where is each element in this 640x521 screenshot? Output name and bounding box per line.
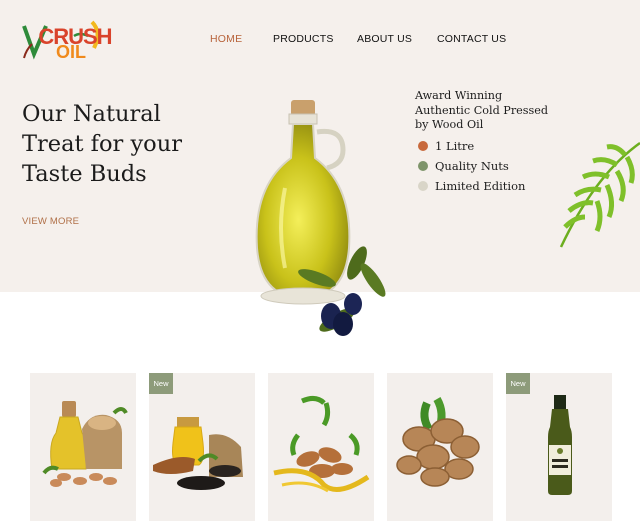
feature-label: Limited Edition: [435, 179, 526, 193]
award-line: by Wood Oil: [415, 118, 484, 131]
nav-contact-us[interactable]: CONTACT US: [437, 33, 506, 45]
sesame-oil-icon: [153, 417, 243, 490]
product-card[interactable]: [387, 373, 493, 521]
product-card[interactable]: [30, 373, 136, 521]
almond-oil-icon: [273, 395, 370, 493]
olive-oil-bottle-icon: [548, 395, 572, 495]
award-description: Award Winning Authentic Cold Pressed by …: [415, 89, 565, 133]
bullet-dot-icon: [418, 181, 428, 191]
nav-home[interactable]: HOME: [210, 33, 242, 45]
nav-about-us[interactable]: ABOUT US: [357, 33, 412, 45]
award-line: Authentic Cold Pressed: [415, 103, 549, 117]
hero-title: Our Natural Treat for your Taste Buds: [22, 99, 232, 189]
view-more-link[interactable]: VIEW MORE: [22, 216, 79, 227]
hero-title-line: Taste Buds: [22, 161, 147, 187]
feature-item: Limited Edition: [418, 179, 525, 193]
bullet-dot-icon: [418, 161, 428, 171]
brand-logo[interactable]: VCRUSH OIL: [22, 12, 132, 62]
logo-word-oil: OIL: [56, 42, 86, 62]
product-card[interactable]: [268, 373, 374, 521]
product-card[interactable]: New: [506, 373, 612, 521]
feature-label: Quality Nuts: [435, 159, 509, 173]
feature-label: 1 Litre: [435, 139, 475, 153]
hero-title-line: Our Natural: [22, 101, 161, 127]
feature-item: 1 Litre: [418, 139, 474, 153]
product-card[interactable]: New: [149, 373, 255, 521]
palm-leaf-icon: [555, 135, 640, 250]
hero-title-line: Treat for your: [22, 131, 182, 157]
award-line: Award Winning: [415, 89, 503, 102]
nav-products[interactable]: PRODUCTS: [273, 33, 334, 45]
groundnut-oil-icon: [42, 401, 128, 487]
walnut-icon: [396, 397, 480, 487]
feature-item: Quality Nuts: [418, 159, 509, 173]
olive-oil-bottle-icon: [245, 98, 395, 338]
bullet-dot-icon: [418, 141, 428, 151]
